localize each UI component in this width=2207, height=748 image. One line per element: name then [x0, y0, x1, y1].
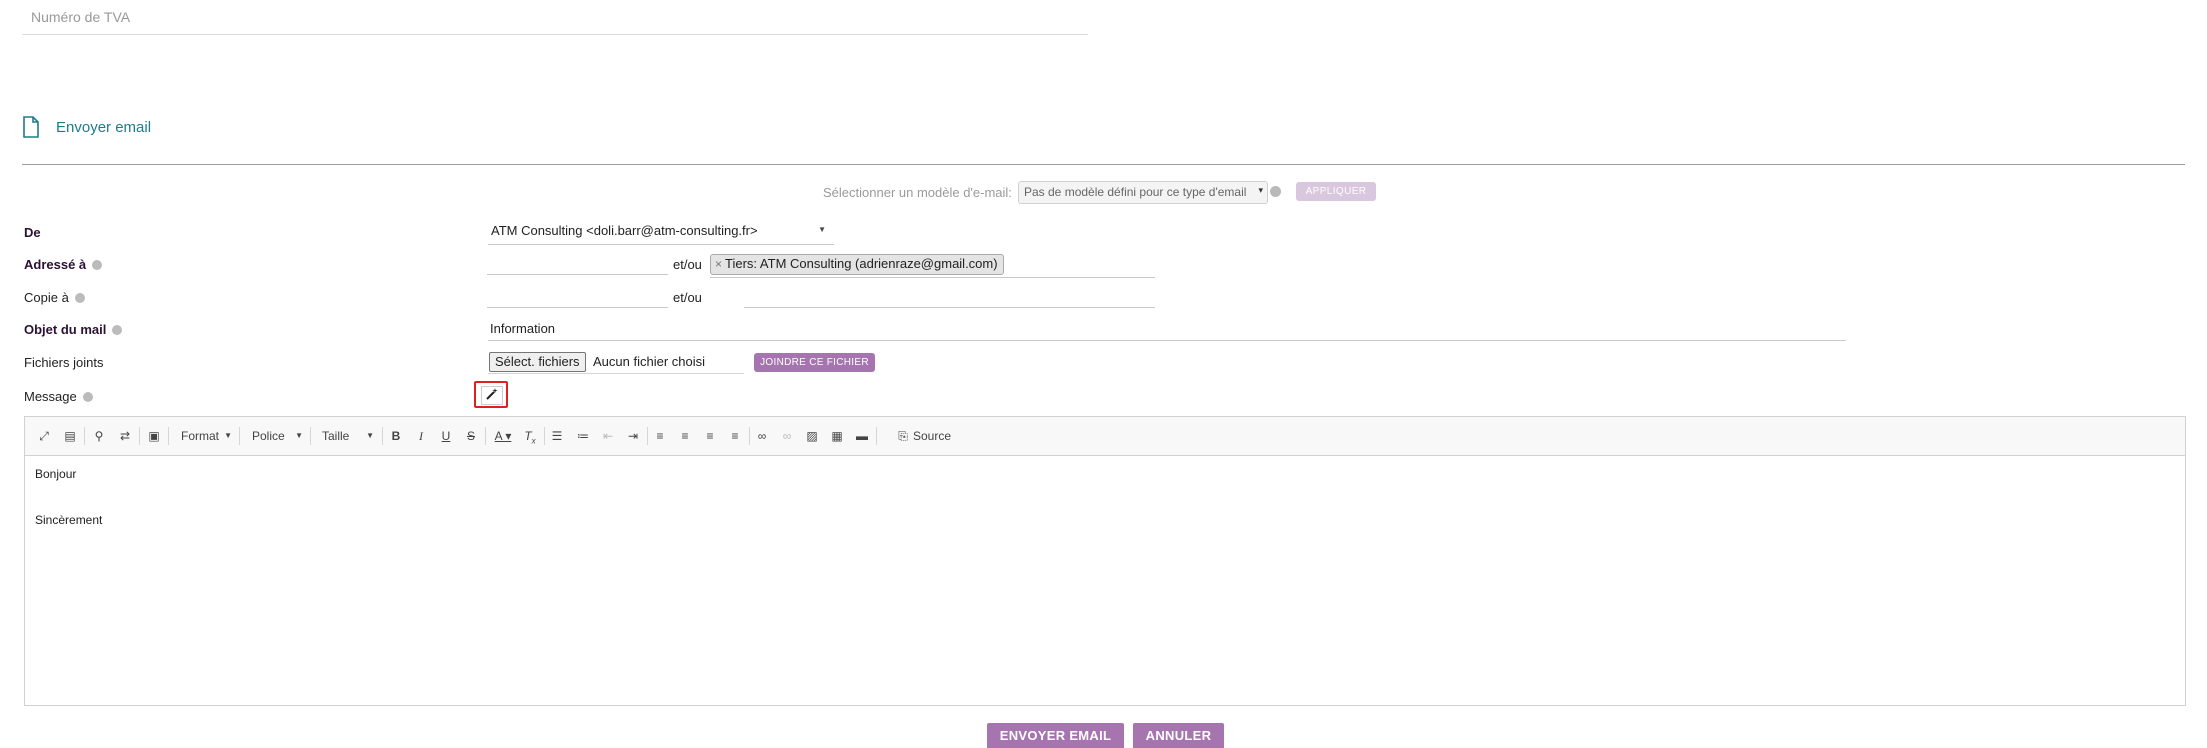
message-label-text: Message [24, 389, 77, 404]
file-input-underline [488, 373, 744, 374]
no-file-text: Aucun fichier choisi [593, 354, 705, 369]
chevron-down-icon: ▼ [295, 431, 303, 440]
from-label: De [24, 225, 41, 240]
vat-number-field[interactable]: Numéro de TVA [22, 0, 1088, 35]
to-and-or: et/ou [673, 257, 702, 272]
text-color-icon[interactable]: A ▾ [491, 427, 515, 445]
find-icon[interactable]: ⚲ [91, 427, 107, 445]
font-dropdown[interactable]: Police ▼ [252, 427, 303, 445]
to-label: Adressé à [24, 257, 103, 272]
format-dropdown[interactable]: Format ▼ [181, 427, 232, 445]
outdent-icon[interactable]: ⇤ [600, 427, 616, 445]
info-icon [82, 392, 93, 402]
template-select-value: Pas de modèle défini pour ce type d'emai… [1024, 185, 1247, 199]
toolbar-separator [139, 427, 140, 445]
subject-label: Objet du mail [24, 322, 123, 337]
chevron-down-icon: ▼ [818, 225, 826, 234]
cc-label: Copie à [24, 290, 85, 305]
indent-icon[interactable]: ⇥ [625, 427, 641, 445]
attach-file-button[interactable]: JOINDRE CE FICHIER [754, 353, 875, 372]
cc-and-or: et/ou [673, 290, 702, 305]
send-email-button[interactable]: ENVOYER EMAIL [987, 723, 1124, 748]
toolbar-separator [84, 427, 85, 445]
size-dropdown[interactable]: Taille ▼ [322, 427, 374, 445]
attachments-label: Fichiers joints [24, 355, 104, 370]
size-dropdown-label: Taille [322, 429, 350, 443]
info-icon [1270, 186, 1281, 197]
chevron-down-icon: ▾ [1258, 185, 1263, 195]
apply-template-button[interactable]: APPLIQUER [1296, 182, 1376, 201]
font-dropdown-label: Police [252, 429, 285, 443]
content-line: Sincèrement [35, 513, 103, 527]
source-button[interactable]: Source [913, 427, 953, 445]
section-divider [22, 164, 2185, 165]
numbered-list-icon[interactable]: ☰ [549, 427, 565, 445]
template-label: Sélectionner un modèle d'e-mail: [823, 185, 1012, 200]
recipient-tag[interactable]: × Tiers: ATM Consulting (adrienraze@gmail… [710, 254, 1004, 275]
cc-input[interactable] [487, 285, 668, 308]
toolbar-separator [647, 427, 648, 445]
recipient-tag-label: Tiers: ATM Consulting (adrienraze@gmail.… [725, 256, 998, 271]
italic-icon[interactable]: I [413, 427, 429, 445]
align-right-icon[interactable]: ≡ [702, 427, 718, 445]
magic-wand-icon [481, 386, 503, 405]
choose-files-button[interactable]: Sélect. fichiers [489, 352, 586, 372]
link-icon[interactable]: ∞ [754, 427, 770, 445]
magic-wand-button[interactable] [474, 381, 508, 408]
source-icon[interactable]: ⎘ [895, 427, 911, 445]
align-center-icon[interactable]: ≡ [677, 427, 693, 445]
toolbar-separator [382, 427, 383, 445]
toolbar-separator [749, 427, 750, 445]
cc-label-text: Copie à [24, 290, 69, 305]
maximize-icon[interactable]: ⤢ [36, 427, 52, 445]
rich-text-editor[interactable]: ⤢ ▤ ⚲ ⇄ ▣ Format ▼ Police ▼ Taille ▼ B I U … [24, 416, 2186, 706]
toolbar-separator [485, 427, 486, 445]
file-icon [23, 116, 39, 138]
toolbar-separator [168, 427, 169, 445]
from-value: ATM Consulting <doli.barr@atm-consulting… [491, 223, 758, 238]
remove-tag-icon[interactable]: × [715, 257, 722, 271]
editor-toolbar: ⤢ ▤ ⚲ ⇄ ▣ Format ▼ Police ▼ Taille ▼ B I U … [25, 417, 2185, 456]
to-input[interactable] [487, 252, 668, 275]
image-icon[interactable]: ▨ [804, 427, 820, 445]
bulleted-list-icon[interactable]: ≔ [575, 427, 591, 445]
replace-icon[interactable]: ⇄ [117, 427, 133, 445]
vat-number-placeholder: Numéro de TVA [31, 9, 131, 25]
from-select[interactable]: ATM Consulting <doli.barr@atm-consulting… [488, 220, 834, 245]
subject-label-text: Objet du mail [24, 322, 107, 337]
underline-icon[interactable]: U [438, 427, 454, 445]
template-select[interactable]: Pas de modèle défini pour ce type d'emai… [1018, 181, 1268, 204]
info-icon [112, 325, 123, 335]
message-label: Message [24, 389, 93, 404]
table-icon[interactable]: ▦ [829, 427, 845, 445]
strikethrough-icon[interactable]: S [463, 427, 479, 445]
preview-icon[interactable]: ▤ [62, 427, 78, 445]
subject-input[interactable]: Information [488, 318, 1846, 341]
to-label-text: Adressé à [24, 257, 87, 272]
editor-content[interactable]: Bonjour Sincèrement [35, 467, 102, 527]
paste-icon[interactable]: ▣ [146, 427, 162, 445]
subject-value: Information [490, 321, 556, 336]
info-icon [74, 293, 85, 303]
format-dropdown-label: Format [181, 429, 220, 443]
unlink-icon[interactable]: ∞ [779, 427, 795, 445]
horizontal-rule-icon[interactable]: ▬ [854, 427, 870, 445]
toolbar-separator [310, 427, 311, 445]
section-title: Envoyer email [56, 119, 152, 136]
align-left-icon[interactable]: ≡ [652, 427, 668, 445]
to-recipients-select[interactable]: × Tiers: ATM Consulting (adrienraze@gmail… [710, 252, 1155, 278]
bold-icon[interactable]: B [388, 427, 404, 445]
toolbar-separator [876, 427, 877, 445]
toolbar-separator [544, 427, 545, 445]
toolbar-separator [239, 427, 240, 445]
justify-icon[interactable]: ≡ [727, 427, 743, 445]
chevron-down-icon: ▼ [224, 431, 232, 440]
info-icon [92, 260, 103, 270]
cc-recipients-select[interactable] [744, 285, 1155, 308]
cancel-button[interactable]: ANNULER [1133, 723, 1224, 748]
content-line: Bonjour [35, 467, 77, 481]
chevron-down-icon: ▼ [366, 431, 374, 440]
remove-format-icon[interactable]: Tx [522, 427, 538, 445]
